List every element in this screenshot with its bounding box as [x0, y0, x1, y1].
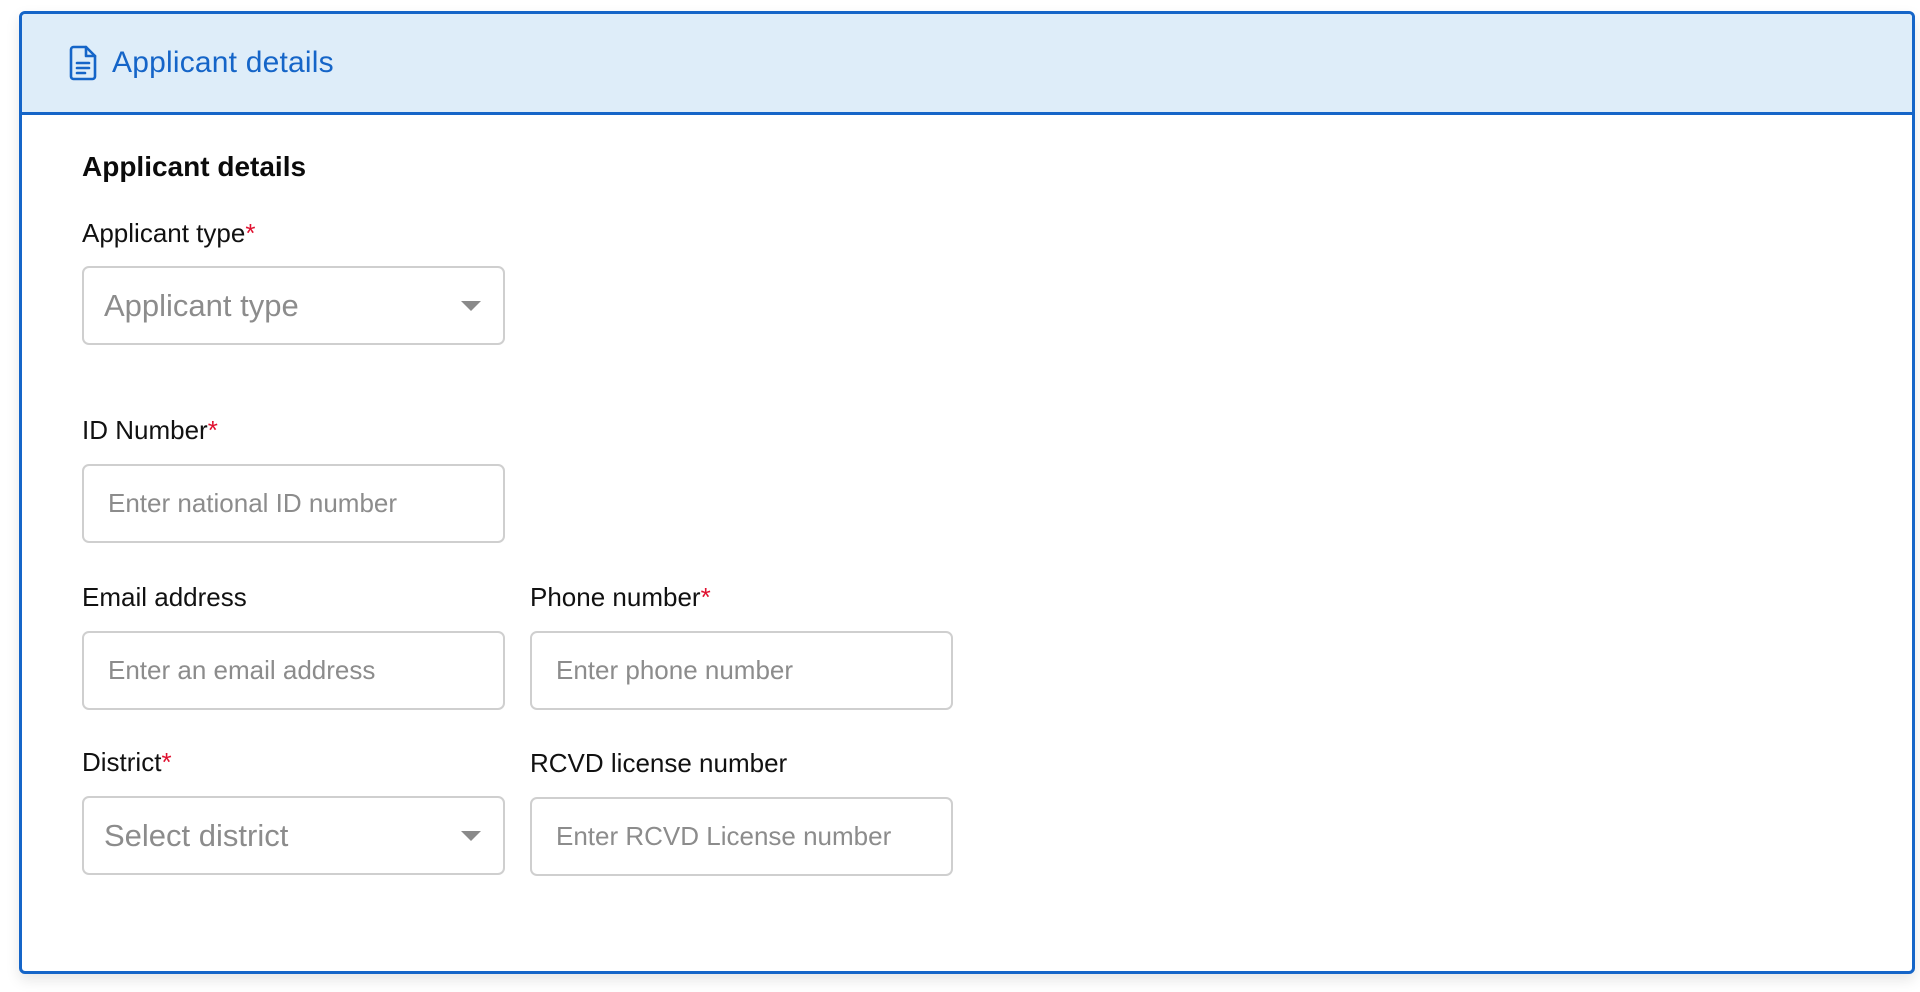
required-marker: * [700, 582, 711, 612]
applicant-type-label-text: Applicant type [82, 218, 246, 248]
section-title: Applicant details [82, 151, 307, 182]
phone-number-field[interactable] [530, 631, 953, 710]
chevron-down-icon [461, 830, 481, 841]
district-label-text: District [82, 747, 162, 777]
required-marker: * [245, 218, 256, 248]
document-icon [66, 44, 100, 82]
email-address-label: Email address [82, 582, 247, 613]
phone-number-label-text: Phone number [530, 582, 701, 612]
applicant-details-card: Applicant details Applicant details Appl… [19, 11, 1915, 974]
card-header-title: Applicant details [112, 46, 334, 79]
district-select-placeholder: Select district [104, 817, 289, 853]
rcvd-license-label: RCVD license number [530, 748, 787, 779]
id-number-input[interactable] [84, 466, 503, 541]
rcvd-license-input[interactable] [532, 799, 951, 874]
applicant-type-select-placeholder: Applicant type [104, 287, 299, 323]
required-marker: * [161, 747, 172, 777]
district-label: District* [82, 747, 172, 778]
email-address-input[interactable] [84, 633, 503, 708]
applicant-type-label: Applicant type* [82, 218, 255, 249]
card-header[interactable]: Applicant details [22, 14, 1912, 115]
id-number-label: ID Number* [82, 415, 218, 446]
card-body: Applicant details Applicant type* Applic… [22, 115, 1912, 971]
chevron-down-icon [461, 300, 481, 311]
email-address-field[interactable] [82, 631, 505, 710]
required-marker: * [207, 415, 218, 445]
rcvd-license-field[interactable] [530, 797, 953, 876]
phone-number-input[interactable] [532, 633, 951, 708]
id-number-field[interactable] [82, 464, 505, 543]
id-number-label-text: ID Number [82, 415, 208, 445]
applicant-type-select[interactable]: Applicant type [82, 266, 505, 345]
email-address-label-text: Email address [82, 582, 247, 612]
phone-number-label: Phone number* [530, 582, 711, 613]
district-select[interactable]: Select district [82, 796, 505, 875]
rcvd-license-label-text: RCVD license number [530, 748, 788, 778]
